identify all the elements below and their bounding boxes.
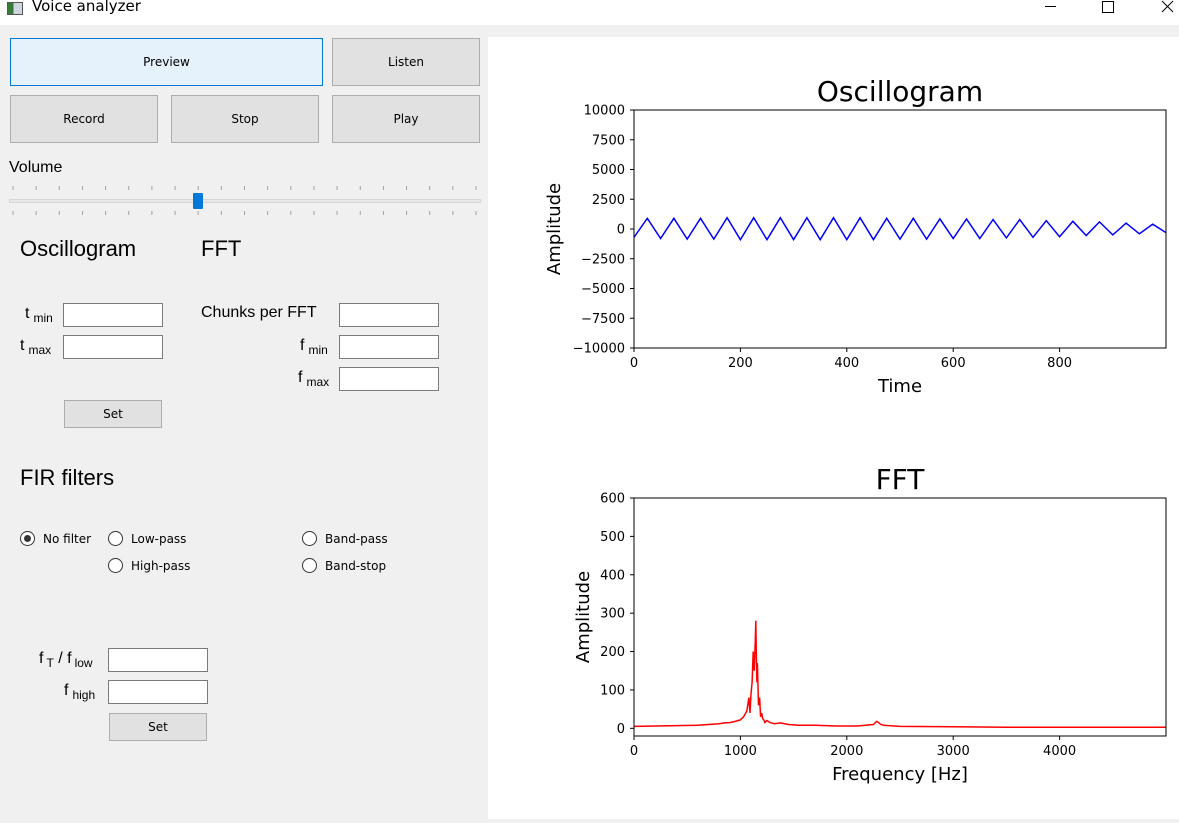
fir-heading: FIR filters [20,465,115,490]
fft-xtick-label: 0 [630,744,638,759]
fft-chart: FFT0 1000 2000 3000 40006005004003002001000F… [573,463,1167,785]
oscillogram-xtick-label: 800 [1047,356,1072,371]
oscillogram-chart: Oscillogram 0 200 400 600 800 10000 7500 5000 250… [544,75,1167,397]
fft-xtick-label: 4000 [1043,744,1076,759]
oscillogram-settings-heading: Oscillogram [20,236,137,261]
radio-no-filter-circle[interactable] [20,531,35,546]
radio-high-pass-circle[interactable] [108,558,123,573]
oscillogram-ytick-label: 10000 [584,104,625,119]
volume-slider-handle[interactable] [192,193,203,209]
fft-title: FFT [876,463,926,496]
fir-set-button[interactable]: Set [109,713,207,741]
oscillogram-ytick-label: 5000 [592,163,625,178]
fft-settings-heading: FFT [201,236,242,261]
tmin-input[interactable] [63,303,163,327]
radio-high-pass[interactable]: High-pass [108,558,190,573]
maximize-icon[interactable] [1086,0,1132,18]
panel-separator [488,25,1179,37]
minimize-icon[interactable] [1028,0,1074,18]
oscillogram-title: Oscillogram [817,75,983,108]
oscillogram-ylabel: Amplitude [544,183,565,275]
fft-ytick-label: 300 [600,607,625,622]
radio-low-pass-label: Low-pass [131,531,187,546]
radio-high-pass-label: High-pass [131,558,191,573]
fft-axes-frame [633,497,1167,737]
fft-xtick-label: 3000 [937,744,970,759]
fmin-label: f min [300,337,328,357]
tmin-label: t min [25,305,53,325]
radio-band-stop-circle[interactable] [302,558,317,573]
fft-ytick-label: 0 [617,722,625,737]
oscillogram-ytick-label: 2500 [592,193,625,208]
ft-flow-label: fT / f low [39,650,93,670]
fmax-label: f max [298,369,330,389]
oscillogram-ytick-label: −5000 [581,282,625,297]
volume-ticks [12,186,477,215]
fft-series-line [633,620,1166,728]
fmax-input[interactable] [339,367,439,391]
oscillogram-ytick-label: −7500 [581,312,625,327]
oscillogram-ytick-label: −10000 [573,342,625,357]
tmax-input[interactable] [63,335,163,359]
oscillogram-ytick-label: 0 [617,223,625,238]
fft-ylabel: Amplitude [573,571,594,663]
tmax-label: t max [20,337,52,357]
radio-band-stop[interactable]: Band-stop [302,558,386,573]
fhigh-label: f high [64,682,96,702]
oscillogram-ytick-label: −2500 [581,252,625,267]
fmin-input[interactable] [339,335,439,359]
oscillogram-axes-frame [633,109,1167,349]
fft-ytick-label: 400 [600,568,625,583]
fft-xlabel: Frequency [Hz] [832,764,968,785]
radio-no-filter-label: No filter [43,531,92,546]
chunks-input[interactable] [339,303,439,327]
radio-low-pass-circle[interactable] [108,531,123,546]
oscillogram-xtick-label: 400 [834,356,859,371]
oscillogram-series-line [633,216,1167,242]
fft-ytick-label: 600 [600,492,625,507]
oscillogram-xtick-label: 0 [630,356,638,371]
radio-band-pass-label: Band-pass [325,531,388,546]
fft-ytick-label: 200 [600,645,625,660]
fhigh-input[interactable] [108,680,208,704]
oscillogram-xtick-label: 200 [728,356,753,371]
radio-no-filter[interactable]: No filter [20,531,91,546]
fft-xtick-label: 1000 [724,744,757,759]
ft-flow-input[interactable] [108,648,208,672]
radio-band-stop-label: Band-stop [325,558,387,573]
plot-panel: Oscillogram 0 200 400 600 800 10000 7500 5000 250… [488,37,1179,819]
fft-ytick-label: 500 [600,530,625,545]
chunks-label: Chunks per FFT [201,304,317,321]
oscillogram-xlabel: Time [877,376,922,397]
close-icon[interactable] [1145,0,1179,18]
volume-slider[interactable] [9,199,481,203]
radio-low-pass[interactable]: Low-pass [108,531,186,546]
oscillogram-ytick-label: 7500 [592,133,625,148]
radio-band-pass-circle[interactable] [302,531,317,546]
fft-ytick-label: 100 [600,683,625,698]
fft-xtick-label: 2000 [830,744,863,759]
oscillogram-set-button[interactable]: Set [64,400,162,428]
charts-canvas: Oscillogram0 200 400 600 8001000075005000250… [544,75,1167,785]
oscillogram-xtick-label: 600 [941,356,966,371]
radio-band-pass[interactable]: Band-pass [302,531,388,546]
